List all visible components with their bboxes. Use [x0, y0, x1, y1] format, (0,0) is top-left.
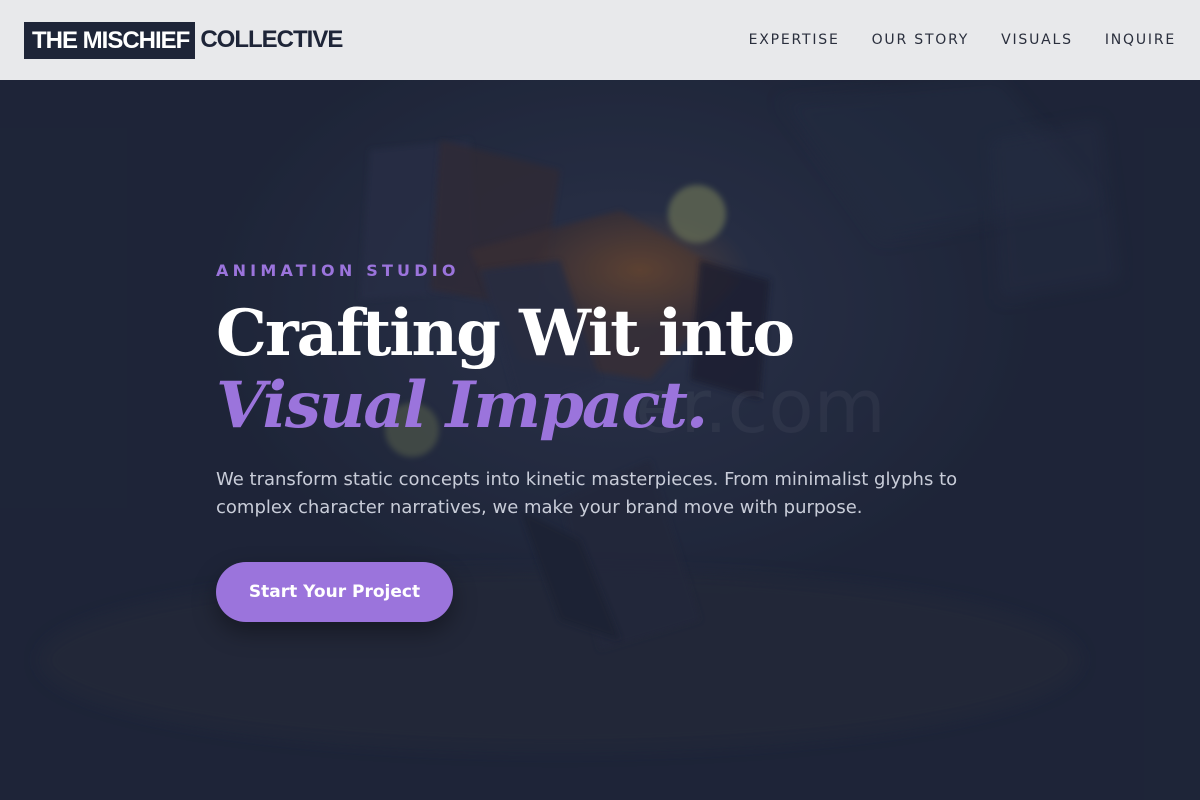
hero-description: We transform static concepts into kineti…	[216, 469, 958, 518]
nav-link-expertise[interactable]: EXPERTISE	[749, 32, 840, 48]
site-header: THE MISCHIEF COLLECTIVE EXPERTISE OUR ST…	[0, 0, 1200, 80]
site-logo[interactable]: THE MISCHIEF COLLECTIVE	[24, 21, 343, 59]
nav-link-visuals[interactable]: VISUALS	[1001, 32, 1073, 48]
headline-line-1: Crafting Wit into	[216, 296, 795, 371]
hero-eyebrow: ANIMATION STUDIO	[216, 261, 460, 280]
headline-line-2: Visual Impact.	[216, 368, 708, 443]
nav-link-our-story[interactable]: OUR STORY	[872, 32, 970, 48]
main-nav: EXPERTISE OUR STORY VISUALS INQUIRE	[749, 32, 1176, 48]
hero-section: er.com ANIMATION STUDIO Crafting Wit int…	[0, 80, 1200, 800]
hero-headline: Crafting Wit into Visual Impact.	[216, 296, 795, 443]
start-project-button[interactable]: Start Your Project	[216, 562, 453, 622]
nav-link-inquire[interactable]: INQUIRE	[1105, 32, 1176, 48]
logo-text: COLLECTIVE	[200, 26, 343, 53]
logo-box: THE MISCHIEF	[24, 21, 196, 59]
